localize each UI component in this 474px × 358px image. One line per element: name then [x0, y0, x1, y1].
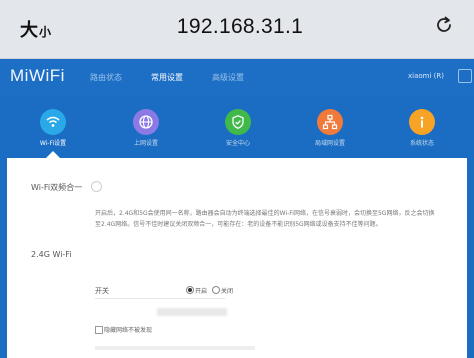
- active-tab-pointer: [46, 151, 60, 158]
- security-center-button[interactable]: [225, 109, 251, 135]
- wifi-settings-button[interactable]: [40, 109, 66, 135]
- system-status-button[interactable]: [409, 109, 435, 135]
- lan-settings-label: 局域网设置: [314, 140, 345, 147]
- address-bar[interactable]: 192.168.31.1: [150, 15, 330, 39]
- text-size-button[interactable]: 大小: [20, 16, 51, 42]
- settings-icon-row: Wi-Fi设置 上网设置 安全中心 局域网设置 系统状态: [0, 97, 474, 157]
- dual-band-title: Wi-Fi双频合一: [31, 183, 83, 192]
- radio-on[interactable]: [186, 286, 194, 294]
- nav-common-settings[interactable]: 常用设置: [151, 72, 183, 83]
- wifi-settings-label: Wi-Fi设置: [39, 140, 67, 147]
- hide-network-checkbox[interactable]: [95, 326, 103, 334]
- info-icon: [420, 116, 424, 128]
- dual-band-description: 开启后，2.4G和5G会使用同一名称，路由器会自动为终端选择最佳的Wi-Fi网络…: [95, 210, 435, 228]
- logo: MiWiFi: [10, 66, 65, 85]
- text-size-big-label: 大: [20, 20, 38, 41]
- shield-icon: [232, 115, 244, 130]
- help-icon[interactable]: [91, 181, 102, 192]
- switch-label: 开关: [95, 287, 109, 295]
- nav-advanced-settings[interactable]: 高级设置: [212, 72, 244, 83]
- network-icon: [322, 114, 338, 130]
- app-header: MiWiFi 路由状态 常用设置 高级设置 xiaomi (R): [0, 59, 474, 97]
- hide-network-label: 隐藏网络不被发现: [104, 327, 153, 334]
- user-menu[interactable]: xiaomi (R): [408, 72, 444, 80]
- nav-router-status[interactable]: 路由状态: [90, 72, 122, 83]
- browser-toolbar: 大小 192.168.31.1: [0, 0, 474, 59]
- band-24g-title: 2.4G Wi-Fi: [31, 250, 72, 259]
- wifi-icon: [46, 116, 60, 127]
- text-size-small-label: 小: [39, 25, 52, 39]
- next-row: [95, 346, 255, 350]
- security-center-label: 安全中心: [225, 140, 250, 147]
- reload-icon[interactable]: [433, 14, 455, 36]
- internet-settings-label: 上网设置: [133, 140, 158, 147]
- globe-icon: [139, 115, 153, 129]
- wifi-settings-panel: Wi-Fi双频合一 开启后，2.4G和5G会使用同一名称，路由器会自动为终端选择…: [7, 158, 467, 358]
- radio-on-label: 开启: [195, 288, 208, 295]
- lan-settings-button[interactable]: [317, 109, 343, 135]
- radio-off-label: 关闭: [221, 288, 234, 295]
- system-status-label: 系统状态: [409, 140, 434, 147]
- internet-settings-button[interactable]: [133, 109, 159, 135]
- divider: [95, 298, 225, 299]
- radio-off[interactable]: [212, 286, 220, 294]
- header-square-icon[interactable]: [458, 69, 472, 83]
- wifi-name-field[interactable]: [157, 308, 227, 316]
